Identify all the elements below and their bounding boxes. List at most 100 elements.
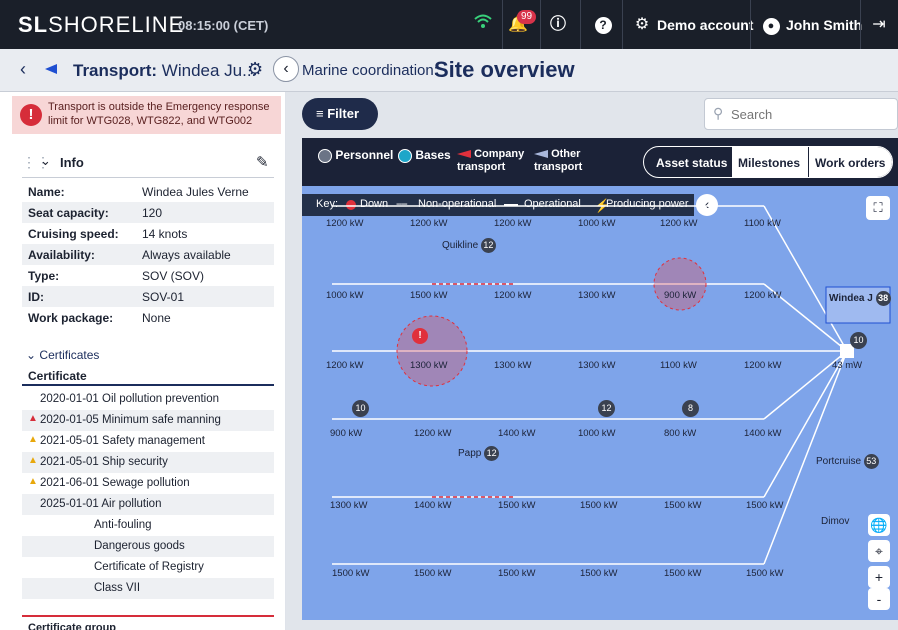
map-controls-bar: Personnel Bases Company transport Other … [302,138,898,186]
certificate-row[interactable]: ▲ 2021-05-01 Ship security [22,452,274,473]
filter-icon: ≡ [316,106,324,121]
certificate-row[interactable]: 2020-01-01 Oil pollution prevention [22,389,274,410]
layer-bases[interactable]: Bases [398,148,451,163]
certificate-row[interactable]: Anti-fouling [22,515,274,536]
certificate-row[interactable]: ▲ 2021-06-01 Sewage pollution [22,473,274,494]
chevron-down-icon[interactable]: ⌄ [40,153,51,169]
turbine-label[interactable]: 1000 kW [578,428,616,439]
view-tabs: Asset status Milestones Work orders [643,146,893,178]
turbine-label[interactable]: 1300 kW [578,360,616,371]
vessel-windea[interactable]: Windea J 38 [829,291,891,306]
turbine-label[interactable]: 900 kW [330,428,362,439]
turbine-label[interactable]: 1000 kW [578,218,616,229]
turbine-label[interactable]: 1200 kW [494,290,532,301]
info-icon[interactable]: ⓘ [545,12,571,38]
certificate-row[interactable]: ▲ 2020-01-05 Minimum safe manning [22,410,274,431]
turbine-label[interactable]: 1000 kW [326,290,364,301]
zoom-out-button[interactable]: - [868,588,890,610]
warning-triangle-icon: ▲ [28,434,38,445]
turbine-label[interactable]: 1500 kW [332,568,370,579]
logout-icon[interactable]: ⇥ [866,12,892,38]
globe-icon[interactable]: 🌐 [868,514,890,536]
certificate-row[interactable]: Dangerous goods [22,536,274,557]
account-label[interactable]: Demo account [657,17,753,33]
vessel-portcruise[interactable]: Portcruise 53 [816,454,879,469]
turbine-label[interactable]: 1500 kW [664,500,702,511]
layer-personnel[interactable]: Personnel [318,148,393,163]
certificate-row[interactable]: Certificate of Registry [22,557,274,578]
turbine-label[interactable]: 1500 kW [410,290,448,301]
turbine-label[interactable]: 1200 kW [414,428,452,439]
search-box[interactable]: ⚲ [704,98,898,130]
cluster-badge[interactable]: 10 [850,332,867,349]
layer-company-transport[interactable]: Company transport [457,148,527,174]
turbine-label[interactable]: 1200 kW [744,360,782,371]
turbine-label[interactable]: 1200 kW [744,290,782,301]
back-arrow-icon[interactable]: ‹ [20,59,26,80]
tab-milestones[interactable]: Milestones [732,147,808,177]
vessel-dimov[interactable]: Dimov [821,516,849,527]
user-icon[interactable]: ● [758,12,784,38]
turbine-label[interactable]: 1400 kW [498,428,536,439]
turbine-label[interactable]: 1200 kW [326,218,364,229]
certificate-name: 2021-06-01 Sewage pollution [40,477,190,489]
transport-title[interactable]: Transport: Windea Ju... [73,61,256,81]
turbine-label[interactable]: 1200 kW [494,218,532,229]
cluster-badge[interactable]: 10 [352,400,369,417]
turbine-label[interactable]: 1500 kW [498,500,536,511]
turbine-label[interactable]: 1100 kW [660,360,697,371]
certificate-row[interactable]: 2025-01-01 Air pollution [22,494,274,515]
turbine-label[interactable]: 1400 kW [414,500,452,511]
tab-work-orders[interactable]: Work orders [808,147,892,177]
turbine-label[interactable]: 1500 kW [498,568,536,579]
layer-label: Personnel [335,148,394,162]
turbine-label[interactable]: 800 kW [664,428,696,439]
turbine-label[interactable]: 1500 kW [664,568,702,579]
collapse-panel-button[interactable]: ‹ [273,56,299,82]
turbine-label[interactable]: 1200 kW [660,218,698,229]
warning-text: Transport is outside the Emergency respo… [48,101,270,127]
user-name[interactable]: John Smith [786,17,862,33]
layer-other-transport[interactable]: Other transport [534,148,604,174]
site-map[interactable]: Personnel Bases Company transport Other … [302,138,898,620]
vessel-count-badge: 38 [875,291,891,306]
alert-icon: ! [20,104,42,126]
info-key: Cruising speed: [28,227,119,241]
turbine-label[interactable]: 1300 kW [578,290,616,301]
turbine-label[interactable]: 1500 kW [746,568,784,579]
cluster-badge[interactable]: 8 [682,400,699,417]
certificate-row[interactable]: Class VII [22,578,274,599]
cluster-badge[interactable]: 12 [598,400,615,417]
vessel-papp[interactable]: Papp 12 [458,446,500,461]
turbine-label[interactable]: 1300 kW [410,360,448,371]
turbine-down-alert-icon[interactable]: ! [412,328,428,344]
info-header[interactable]: ⋮⋮ ⌄ Info ✎ [22,150,274,178]
turbine-label[interactable]: 900 kW [664,290,696,301]
transport-prefix: Transport: [73,61,158,80]
turbine-label[interactable]: 1300 kW [494,360,532,371]
certificate-row[interactable]: ▲ 2021-05-01 Safety management [22,431,274,452]
search-input[interactable] [731,104,891,124]
certificates-toggle[interactable]: ⌄ Certificates [26,348,99,362]
turbine-label[interactable]: 1200 kW [326,360,364,371]
turbine-label[interactable]: 1200 kW [410,218,448,229]
turbine-label[interactable]: 1500 kW [414,568,452,579]
vessel-icon [45,64,57,74]
substation-label[interactable]: 43 mW [832,360,862,371]
gear-icon[interactable]: ⚙ [629,12,655,38]
vessel-quikline[interactable]: Quikline 12 [442,238,496,253]
turbine-label[interactable]: 1500 kW [580,500,618,511]
turbine-label[interactable]: 1300 kW [330,500,368,511]
turbine-label[interactable]: 1100 kW [744,218,781,229]
settings-gear-icon[interactable]: ⚙ [247,59,263,80]
turbine-label[interactable]: 1500 kW [580,568,618,579]
turbine-label[interactable]: 1400 kW [744,428,782,439]
help-icon[interactable]: ? [590,12,616,38]
turbine-label[interactable]: 1500 kW [746,500,784,511]
filter-button[interactable]: ≡ Filter [302,98,378,130]
edit-pencil-icon[interactable]: ✎ [256,153,269,171]
logo-mark: SL [18,12,49,37]
locate-icon[interactable]: ⌖ [868,540,890,562]
tab-asset-status[interactable]: Asset status [644,147,732,177]
zoom-in-button[interactable]: + [868,566,890,588]
